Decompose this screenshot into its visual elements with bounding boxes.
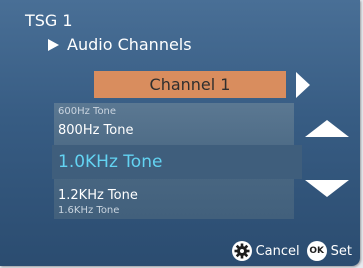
footer-actions: Cancel OK Set xyxy=(231,240,352,262)
scroll-up-arrow-icon[interactable] xyxy=(305,120,349,137)
gear-icon[interactable] xyxy=(231,241,252,261)
cancel-button[interactable]: Cancel xyxy=(256,244,300,259)
play-triangle-icon xyxy=(48,38,59,51)
set-button[interactable]: Set xyxy=(331,244,352,259)
ok-badge-label: OK xyxy=(309,246,324,256)
list-item[interactable]: 800Hz Tone xyxy=(58,123,133,138)
device-title: TSG 1 xyxy=(25,11,73,30)
list-item-selected[interactable]: 1.0KHz Tone xyxy=(52,145,302,179)
channel-selector[interactable]: Channel 1 xyxy=(94,71,286,98)
list-item[interactable]: 600Hz Tone xyxy=(58,106,116,117)
list-item[interactable]: 1.2KHz Tone xyxy=(58,188,138,203)
list-item[interactable]: 1.6KHz Tone xyxy=(58,205,119,216)
breadcrumb-label: Audio Channels xyxy=(67,35,192,54)
channel-next-arrow-icon[interactable] xyxy=(296,72,310,98)
scroll-down-arrow-icon[interactable] xyxy=(305,180,349,197)
breadcrumb: Audio Channels xyxy=(48,35,192,54)
dialog-panel: TSG 1 Audio Channels Channel 1 600Hz Ton… xyxy=(0,0,360,266)
ok-icon[interactable]: OK xyxy=(306,241,327,261)
tone-list[interactable]: 600Hz Tone 800Hz Tone 1.0KHz Tone 1.2KHz… xyxy=(52,103,302,219)
channel-label: Channel 1 xyxy=(149,75,231,94)
selected-item-label: 1.0KHz Tone xyxy=(58,152,163,172)
